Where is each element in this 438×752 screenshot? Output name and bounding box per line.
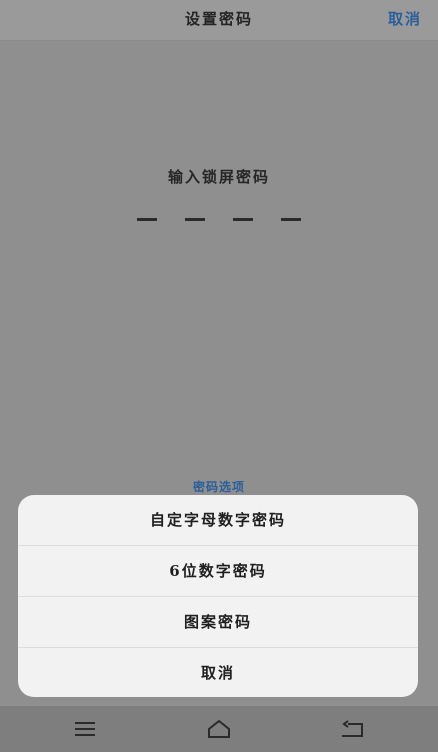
- back-icon[interactable]: [338, 717, 366, 741]
- pin-slot-4: [281, 218, 301, 221]
- system-nav-bar: [0, 706, 438, 752]
- six-digit-password-option[interactable]: 6位数字密码: [18, 546, 418, 597]
- cancel-button[interactable]: 取消: [388, 8, 422, 29]
- alphanumeric-password-option[interactable]: 自定字母数字密码: [18, 495, 418, 546]
- menu-icon[interactable]: [71, 717, 99, 741]
- pattern-password-option[interactable]: 图案密码: [18, 597, 418, 648]
- title-bar: 设置密码 取消: [0, 0, 438, 41]
- page-title: 设置密码: [184, 10, 253, 28]
- sheet-cancel-button[interactable]: 取消: [18, 648, 418, 697]
- pin-slot-1: [137, 218, 157, 221]
- pin-slot-2: [185, 218, 205, 221]
- password-type-sheet: 自定字母数字密码 6位数字密码 图案密码 取消: [18, 495, 418, 697]
- home-icon[interactable]: [205, 717, 233, 741]
- pin-slot-3: [233, 218, 253, 221]
- password-options-link[interactable]: 密码选项: [0, 478, 438, 495]
- lock-screen-password-prompt: 输入锁屏密码: [167, 168, 270, 186]
- pin-entry[interactable]: [137, 214, 301, 226]
